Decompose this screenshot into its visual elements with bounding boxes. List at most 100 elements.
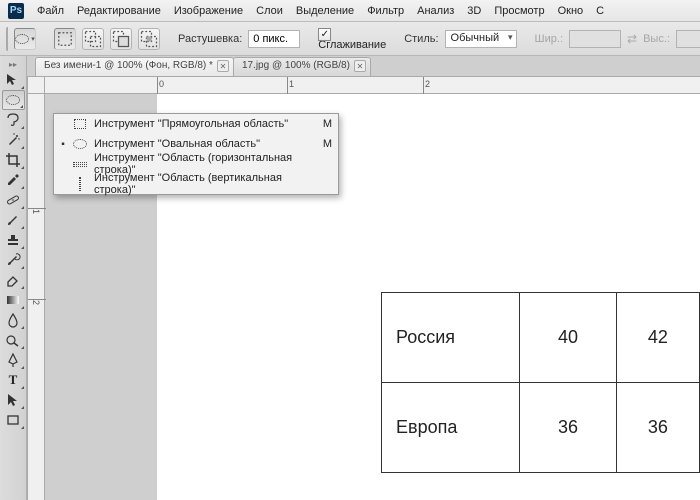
menu-layers[interactable]: Слои <box>256 5 283 17</box>
menu-edit[interactable]: Редактирование <box>77 5 161 17</box>
rectangle-icon <box>5 412 21 428</box>
pen-icon <box>5 352 21 368</box>
table-cell: Россия <box>382 293 520 383</box>
close-icon[interactable]: ✕ <box>354 60 366 72</box>
menu-view[interactable]: Просмотр <box>494 5 544 17</box>
panel-toggle[interactable] <box>6 27 8 51</box>
selection-add-icon <box>83 29 103 49</box>
lasso-tool[interactable] <box>2 110 25 130</box>
gradient-icon <box>5 292 21 308</box>
healing-brush-tool[interactable] <box>2 190 25 210</box>
table-cell: 36 <box>616 383 699 473</box>
style-dropdown[interactable]: Обычный <box>445 30 517 48</box>
selection-subtract-icon <box>111 29 131 49</box>
table-cell: 42 <box>616 293 699 383</box>
flyout-shortcut: M <box>318 118 332 130</box>
menu-3d[interactable]: 3D <box>467 5 481 17</box>
menu-help[interactable]: С <box>596 5 604 17</box>
shape-tool[interactable] <box>2 410 25 430</box>
marquee-tool[interactable] <box>2 90 25 110</box>
eraser-icon <box>5 272 21 288</box>
table-row: Россия 40 42 <box>382 293 700 383</box>
selection-new-icon <box>55 29 75 49</box>
current-tool-preset[interactable]: ▾ <box>14 28 36 50</box>
document-tab-bar: Без имени-1 @ 100% (Фон, RGB/8) * ✕ 17.j… <box>27 56 700 76</box>
ruler-tick: 2 <box>425 79 430 89</box>
dodge-tool[interactable] <box>2 330 25 350</box>
ruler-tick: 1 <box>31 209 41 214</box>
style-label: Стиль: <box>404 33 438 45</box>
ruler-horizontal[interactable]: 0 1 2 <box>45 76 700 94</box>
antialias-option[interactable]: ✓Сглаживание <box>318 26 386 51</box>
width-label: Шир.: <box>535 33 563 45</box>
elliptical-marquee-icon <box>72 136 88 152</box>
antialias-checkbox[interactable]: ✓ <box>318 28 331 41</box>
drop-icon <box>5 312 21 328</box>
selection-subtract-button[interactable] <box>110 28 132 50</box>
move-icon <box>5 72 21 88</box>
flyout-item[interactable]: ▪ Инструмент "Овальная область" M <box>54 134 338 154</box>
flyout-label: Инструмент "Овальная область" <box>94 138 312 150</box>
table-cell: 36 <box>520 383 617 473</box>
magic-wand-tool[interactable] <box>2 130 25 150</box>
crop-tool[interactable] <box>2 150 25 170</box>
ruler-vertical[interactable]: 1 2 <box>27 94 45 500</box>
flyout-label: Инструмент "Прямоугольная область" <box>94 118 312 130</box>
height-label: Выс.: <box>643 33 670 45</box>
single-column-marquee-icon <box>72 176 88 192</box>
table-row: Европа 36 36 <box>382 383 700 473</box>
feather-input[interactable] <box>248 30 300 48</box>
history-brush-icon <box>5 252 21 268</box>
type-tool[interactable]: T <box>2 370 25 390</box>
flyout-shortcut: M <box>318 138 332 150</box>
table-cell: Европа <box>382 383 520 473</box>
eraser-tool[interactable] <box>2 270 25 290</box>
brush-tool[interactable] <box>2 210 25 230</box>
wand-icon <box>5 132 21 148</box>
dodge-icon <box>5 332 21 348</box>
lasso-icon <box>5 112 21 128</box>
menu-image[interactable]: Изображение <box>174 5 243 17</box>
gradient-tool[interactable] <box>2 290 25 310</box>
menu-filter[interactable]: Фильтр <box>367 5 404 17</box>
ruler-tick: 1 <box>289 79 294 89</box>
pen-tool[interactable] <box>2 350 25 370</box>
move-tool[interactable] <box>2 70 25 90</box>
blur-tool[interactable] <box>2 310 25 330</box>
ruler-origin[interactable] <box>27 76 45 94</box>
eyedropper-tool[interactable] <box>2 170 25 190</box>
ruler-tick: 0 <box>159 79 164 89</box>
selection-add-button[interactable] <box>82 28 104 50</box>
flyout-item[interactable]: Инструмент "Прямоугольная область" M <box>54 114 338 134</box>
selection-intersect-icon <box>139 29 159 49</box>
menu-analysis[interactable]: Анализ <box>417 5 454 17</box>
selection-new-button[interactable] <box>54 28 76 50</box>
flyout-marker: ▪ <box>60 139 66 150</box>
history-brush-tool[interactable] <box>2 250 25 270</box>
single-row-marquee-icon <box>72 156 88 172</box>
close-icon[interactable]: ✕ <box>217 60 229 72</box>
flyout-label: Инструмент "Область (вертикальная строка… <box>94 172 312 196</box>
document-tab[interactable]: 17.jpg @ 100% (RGB/8) ✕ <box>233 57 371 76</box>
path-selection-tool[interactable] <box>2 390 25 410</box>
brush-icon <box>5 212 21 228</box>
table-cell: 40 <box>520 293 617 383</box>
menu-file[interactable]: Файл <box>37 5 64 17</box>
flyout-item[interactable]: Инструмент "Область (горизонтальная стро… <box>54 154 338 174</box>
ellipse-marquee-icon <box>15 34 29 44</box>
ellipse-marquee-icon <box>6 95 20 105</box>
clone-stamp-tool[interactable] <box>2 230 25 250</box>
toolbox-collapse[interactable]: ▸▸ <box>3 60 23 68</box>
eyedropper-icon <box>5 172 21 188</box>
menu-bar: Ps Файл Редактирование Изображение Слои … <box>0 0 700 22</box>
flyout-item[interactable]: Инструмент "Область (вертикальная строка… <box>54 174 338 194</box>
type-icon: T <box>9 372 18 388</box>
menu-select[interactable]: Выделение <box>296 5 354 17</box>
document-tab[interactable]: Без имени-1 @ 100% (Фон, RGB/8) * ✕ <box>35 57 234 76</box>
menu-window[interactable]: Окно <box>558 5 584 17</box>
selection-intersect-button[interactable] <box>138 28 160 50</box>
feather-label: Растушевка: <box>178 33 242 45</box>
document-tab-label: 17.jpg @ 100% (RGB/8) <box>242 60 350 71</box>
crop-icon <box>5 152 21 168</box>
options-bar: ▾ Растушевка: ✓Сглаживание Стиль: Обычны… <box>0 22 700 56</box>
